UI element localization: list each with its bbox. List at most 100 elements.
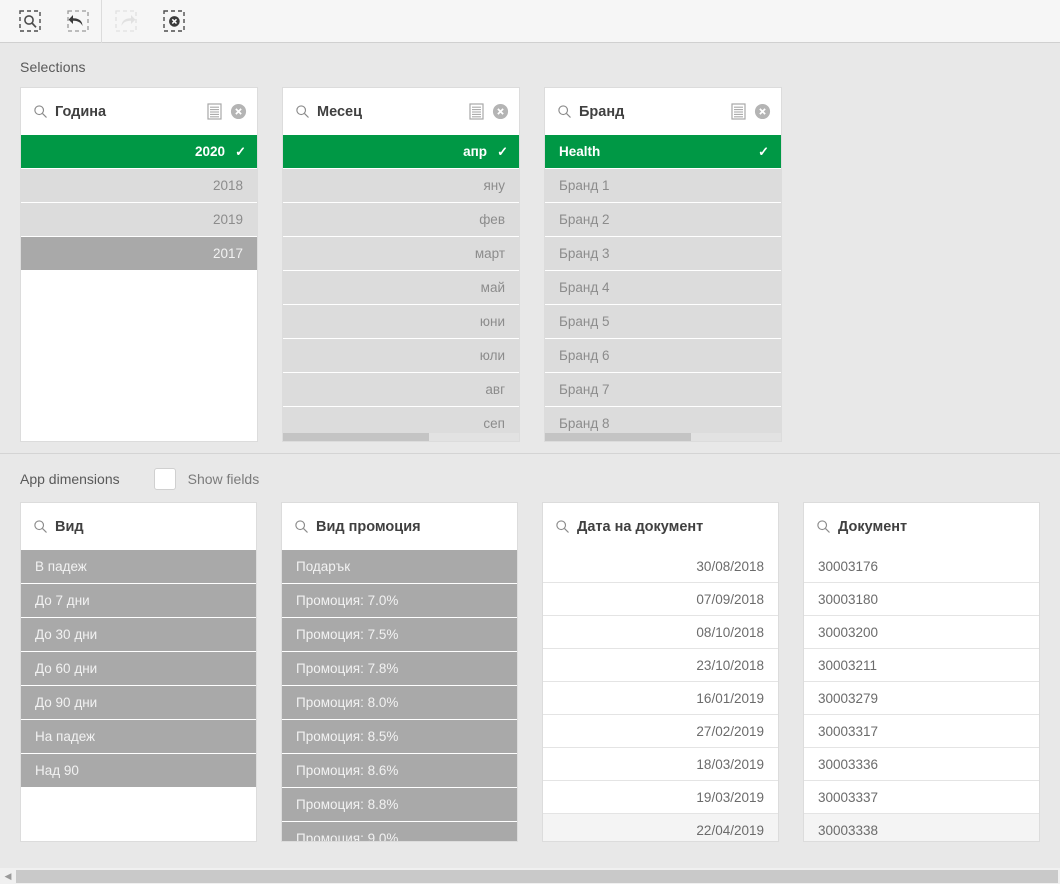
list-item[interactable]: юли (283, 339, 519, 372)
list-item[interactable]: 07/09/2018 (543, 583, 778, 616)
list-item[interactable]: фев (283, 203, 519, 236)
list-item-label: До 60 дни (35, 661, 98, 676)
list-item[interactable]: Промоция: 7.0% (282, 584, 517, 617)
list-item[interactable]: 08/10/2018 (543, 616, 778, 649)
list-item[interactable]: май (283, 271, 519, 304)
show-fields-checkbox[interactable] (153, 468, 176, 490)
list-item[interactable]: 30003200 (804, 616, 1039, 649)
list-item[interactable]: 22/04/2019 (543, 814, 778, 841)
card-header: Вид промоция (282, 503, 517, 550)
card-scrollbar[interactable] (283, 433, 519, 441)
list-item[interactable]: 30003337 (804, 781, 1039, 814)
list-item[interactable]: 30003279 (804, 682, 1039, 715)
list-item[interactable]: авг (283, 373, 519, 406)
selections-card-list: Година 2020 ✓ 2018 2019 2017 Месец апр ✓ яну фев ма… (0, 87, 1060, 442)
list-item[interactable]: Промоция: 8.6% (282, 754, 517, 787)
sel-card: Бранд Health ✓ Бранд 1 Бранд 2 Бранд 3 Бранд 4… (544, 87, 782, 442)
scrollbar-thumb[interactable] (16, 869, 1058, 883)
list-item[interactable]: март (283, 237, 519, 270)
clear-selection-icon[interactable] (754, 103, 771, 120)
list-view-icon[interactable] (469, 103, 484, 120)
list-item-label: 30003176 (818, 559, 879, 574)
list-item[interactable]: Промоция: 7.5% (282, 618, 517, 651)
search-icon[interactable] (33, 519, 48, 534)
list-item[interactable]: Бранд 3 (545, 237, 781, 270)
list-item[interactable]: 2019 (21, 203, 257, 236)
dim-card: Вид промоция Подарък Промоция: 7.0% Промоци… (281, 502, 518, 842)
selections-tool-icon[interactable] (6, 0, 54, 42)
list-item[interactable]: Health ✓ (545, 135, 781, 168)
list-item[interactable]: Промоция: 7.8% (282, 652, 517, 685)
list-item[interactable]: Бранд 5 (545, 305, 781, 338)
step-forward-icon[interactable] (102, 0, 150, 42)
list-view-icon[interactable] (731, 103, 746, 120)
list-item-label: 18/03/2019 (696, 757, 764, 772)
search-icon[interactable] (555, 519, 570, 534)
list-item[interactable]: юни (283, 305, 519, 338)
search-icon[interactable] (294, 519, 309, 534)
horizontal-scrollbar[interactable]: ◀ (0, 868, 1060, 884)
list-item[interactable]: Бранд 2 (545, 203, 781, 236)
list-item-label: Промоция: 8.0% (296, 695, 399, 710)
search-icon[interactable] (557, 104, 572, 119)
list-item[interactable]: Бранд 1 (545, 169, 781, 202)
search-icon[interactable] (295, 104, 310, 119)
list-item[interactable]: До 7 дни (21, 584, 256, 617)
list-item[interactable]: 2017 (21, 237, 257, 270)
list-item[interactable]: Промоция: 9.0% (282, 822, 517, 842)
list-item-label: 30/08/2018 (696, 559, 764, 574)
card-header: Година (21, 88, 257, 135)
list-item-label: Над 90 (35, 763, 79, 778)
list-item[interactable]: Бранд 7 (545, 373, 781, 406)
list-item-label: Промоция: 9.0% (296, 831, 399, 842)
scroll-left-arrow[interactable]: ◀ (0, 871, 16, 882)
list-item[interactable]: Над 90 (21, 754, 256, 787)
list-item[interactable]: 30003336 (804, 748, 1039, 781)
list-item[interactable]: 23/10/2018 (543, 649, 778, 682)
list-item[interactable]: 30003176 (804, 550, 1039, 583)
list-item[interactable]: 16/01/2019 (543, 682, 778, 715)
list-item[interactable]: 30003317 (804, 715, 1039, 748)
list-item-label: Промоция: 7.5% (296, 627, 399, 642)
list-item[interactable]: Промоция: 8.5% (282, 720, 517, 753)
card-header: Бранд (545, 88, 781, 135)
clear-selection-icon[interactable] (230, 103, 247, 120)
step-back-icon[interactable] (54, 0, 102, 43)
list-item-label: апр (463, 144, 487, 159)
card-scrollbar[interactable] (545, 433, 781, 441)
list-item[interactable]: Бранд 6 (545, 339, 781, 372)
list-item[interactable]: 27/02/2019 (543, 715, 778, 748)
list-item-label: 2020 (194, 144, 225, 159)
list-item[interactable]: 30/08/2018 (543, 550, 778, 583)
list-item[interactable]: Подарък (282, 550, 517, 583)
app-dimensions-bar: App dimensions Show fields (0, 454, 1060, 502)
list-item[interactable]: 30003211 (804, 649, 1039, 682)
list-item[interactable]: 2018 (21, 169, 257, 202)
list-item-label: До 30 дни (35, 627, 98, 642)
list-item[interactable]: До 90 дни (21, 686, 256, 719)
list-item[interactable]: Промоция: 8.0% (282, 686, 517, 719)
selections-label: Selections (20, 59, 86, 75)
clear-selection-icon[interactable] (492, 103, 509, 120)
clear-all-selections-icon[interactable] (150, 0, 198, 42)
list-item[interactable]: 30003180 (804, 583, 1039, 616)
list-item[interactable]: До 30 дни (21, 618, 256, 651)
list-item[interactable]: 18/03/2019 (543, 748, 778, 781)
list-item-label: Бранд 7 (559, 382, 610, 397)
list-item[interactable]: апр ✓ (283, 135, 519, 168)
list-item[interactable]: До 60 дни (21, 652, 256, 685)
list-item[interactable]: На падеж (21, 720, 256, 753)
list-item[interactable]: 19/03/2019 (543, 781, 778, 814)
list-item-label: 30003200 (818, 625, 879, 640)
search-icon[interactable] (816, 519, 831, 534)
list-view-icon[interactable] (207, 103, 222, 120)
list-item[interactable]: В падеж (21, 550, 256, 583)
list-item[interactable]: Промоция: 8.8% (282, 788, 517, 821)
list-item[interactable]: 2020 ✓ (21, 135, 257, 168)
list-item[interactable]: 30003338 (804, 814, 1039, 841)
list-item-label: Промоция: 7.8% (296, 661, 399, 676)
search-icon[interactable] (33, 104, 48, 119)
value-list: 30003176 30003180 30003200 30003211 30003279… (804, 550, 1039, 841)
list-item[interactable]: Бранд 4 (545, 271, 781, 304)
list-item[interactable]: яну (283, 169, 519, 202)
